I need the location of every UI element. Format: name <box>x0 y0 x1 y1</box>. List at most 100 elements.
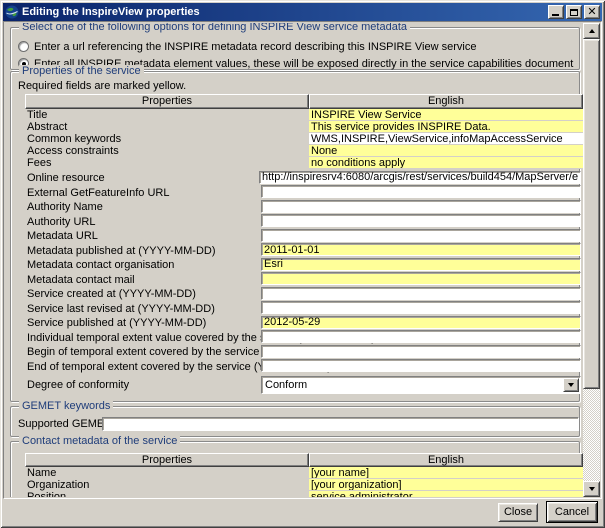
vertical-scrollbar[interactable] <box>583 23 600 497</box>
input-row: Individual temporal extent value covered… <box>25 330 583 345</box>
property-value-input[interactable] <box>261 229 581 242</box>
minimize-button[interactable] <box>548 5 564 19</box>
input-row: End of temporal extent covered by the se… <box>25 359 583 374</box>
property-value-cell[interactable]: This service provides INSPIRE Data. <box>309 121 583 133</box>
property-label: Access constraints <box>25 145 309 157</box>
property-value-cell[interactable]: WMS,INSPIRE,ViewService,infoMapAccessSer… <box>309 133 583 145</box>
table-row: Access constraintsNone <box>25 145 583 157</box>
properties-group-label: Properties of the service <box>19 65 144 77</box>
property-label: Authority URL <box>27 215 95 229</box>
table-row: TitleINSPIRE View Service <box>25 109 583 121</box>
property-value-input[interactable] <box>261 301 581 314</box>
property-value-input[interactable] <box>261 243 581 256</box>
input-row: External GetFeatureInfo URL <box>25 185 583 200</box>
globe-app-icon <box>5 5 19 19</box>
table-row: Organization[your organization] <box>25 479 583 491</box>
table-row: Name[your name] <box>25 467 583 479</box>
property-value-cell[interactable]: None <box>309 145 583 157</box>
scrollbar-thumb[interactable] <box>583 39 600 389</box>
property-label: External GetFeatureInfo URL <box>27 186 169 200</box>
contact-table-header: Properties English <box>25 453 583 467</box>
close-button[interactable]: Close <box>498 503 538 522</box>
cancel-button[interactable]: Cancel <box>546 501 598 523</box>
chevron-up-icon <box>589 29 595 33</box>
required-fields-note: Required fields are marked yellow. <box>18 80 186 92</box>
dialog-content: Select one of the following options for … <box>5 23 585 497</box>
property-label: Authority Name <box>27 200 103 214</box>
input-row: Authority Name <box>25 199 583 214</box>
property-value-input[interactable] <box>259 171 581 184</box>
title-bar[interactable]: Editing the InspireView properties ✕ <box>3 3 602 21</box>
dropdown-arrow-button[interactable] <box>563 378 579 392</box>
scroll-up-button[interactable] <box>583 23 600 39</box>
property-label: Metadata published at (YYYY-MM-DD) <box>27 244 216 258</box>
property-value-input[interactable] <box>261 330 581 343</box>
properties-group: Properties of the service Required field… <box>10 71 580 402</box>
property-label: Service last revised at (YYYY-MM-DD) <box>27 302 215 316</box>
property-label: Organization <box>25 479 309 491</box>
input-row: Service published at (YYYY-MM-DD) <box>25 315 583 330</box>
input-row: Begin of temporal extent covered by the … <box>25 344 583 359</box>
property-label: Abstract <box>25 121 309 133</box>
maximize-button[interactable] <box>566 5 582 19</box>
button-bar: Close Cancel <box>3 499 602 525</box>
property-label: Service published at (YYYY-MM-DD) <box>27 316 206 330</box>
property-label: Online resource <box>27 171 105 185</box>
property-value-input[interactable] <box>261 214 581 227</box>
property-value-input[interactable] <box>261 200 581 213</box>
properties-cell-rows: TitleINSPIRE View ServiceAbstractThis se… <box>25 109 583 169</box>
gemet-themes-input[interactable] <box>102 417 579 431</box>
degree-of-conformity-dropdown[interactable]: Conform <box>261 376 581 394</box>
property-value-input[interactable] <box>261 185 581 198</box>
property-value-input[interactable] <box>261 287 581 300</box>
property-value-input[interactable] <box>261 272 581 285</box>
chevron-down-icon <box>568 383 574 387</box>
property-value-input[interactable] <box>261 316 581 329</box>
maximize-icon <box>570 9 578 16</box>
scroll-panel: Select one of the following options for … <box>3 21 602 499</box>
column-header-properties: Properties <box>25 453 309 467</box>
scroll-down-button[interactable] <box>583 481 600 497</box>
property-label: Metadata contact organisation <box>27 258 174 272</box>
window-title: Editing the InspireView properties <box>22 6 546 18</box>
property-label: Service created at (YYYY-MM-DD) <box>27 287 196 301</box>
contact-rows: Name[your name]Organization[your organiz… <box>25 467 583 497</box>
property-label: Metadata URL <box>27 229 98 243</box>
chevron-down-icon <box>589 487 595 491</box>
input-row: Service created at (YYYY-MM-DD) <box>25 286 583 301</box>
property-label: Metadata contact mail <box>27 273 135 287</box>
minimize-icon <box>552 14 559 16</box>
property-value-cell[interactable]: no conditions apply <box>309 157 583 169</box>
radio-option-url[interactable]: Enter a url referencing the INSPIRE meta… <box>18 40 476 53</box>
close-icon: ✕ <box>587 6 596 17</box>
property-value-cell[interactable]: INSPIRE View Service <box>309 109 583 121</box>
contact-group: Contact metadata of the service Properti… <box>10 441 580 497</box>
input-row: Metadata URL <box>25 228 583 243</box>
properties-table-header: Properties English <box>25 94 583 109</box>
input-row: Metadata contact mail <box>25 272 583 287</box>
contact-group-label: Contact metadata of the service <box>19 435 180 447</box>
property-value-input[interactable] <box>261 345 581 358</box>
options-group: Select one of the following options for … <box>10 27 580 70</box>
gemet-group: GEMET keywords Supported GEMET themes <box>10 406 580 437</box>
options-group-label: Select one of the following options for … <box>19 23 410 33</box>
property-label: Title <box>25 109 309 121</box>
degree-of-conformity-row: Degree of conformity Conform <box>25 376 583 394</box>
input-row: Metadata contact organisation <box>25 257 583 272</box>
property-value-input[interactable] <box>261 359 581 372</box>
dialog-editing-inspireview-properties: Editing the InspireView properties ✕ Sel… <box>0 0 605 528</box>
property-value-cell[interactable]: [your organization] <box>309 479 583 491</box>
property-value-cell[interactable]: [your name] <box>309 467 583 479</box>
table-row: Positionservice administrator <box>25 491 583 497</box>
radio-icon[interactable] <box>18 41 29 52</box>
property-label: Position <box>25 491 309 497</box>
radio-option-url-label: Enter a url referencing the INSPIRE meta… <box>34 41 476 53</box>
table-row: Feesno conditions apply <box>25 157 583 169</box>
property-value-cell[interactable]: service administrator <box>309 491 583 497</box>
dropdown-selected-value: Conform <box>265 378 307 393</box>
column-header-english: English <box>309 453 583 467</box>
property-value-input[interactable] <box>261 258 581 271</box>
input-row: Metadata published at (YYYY-MM-DD) <box>25 243 583 258</box>
close-window-button[interactable]: ✕ <box>584 5 600 19</box>
table-row: AbstractThis service provides INSPIRE Da… <box>25 121 583 133</box>
